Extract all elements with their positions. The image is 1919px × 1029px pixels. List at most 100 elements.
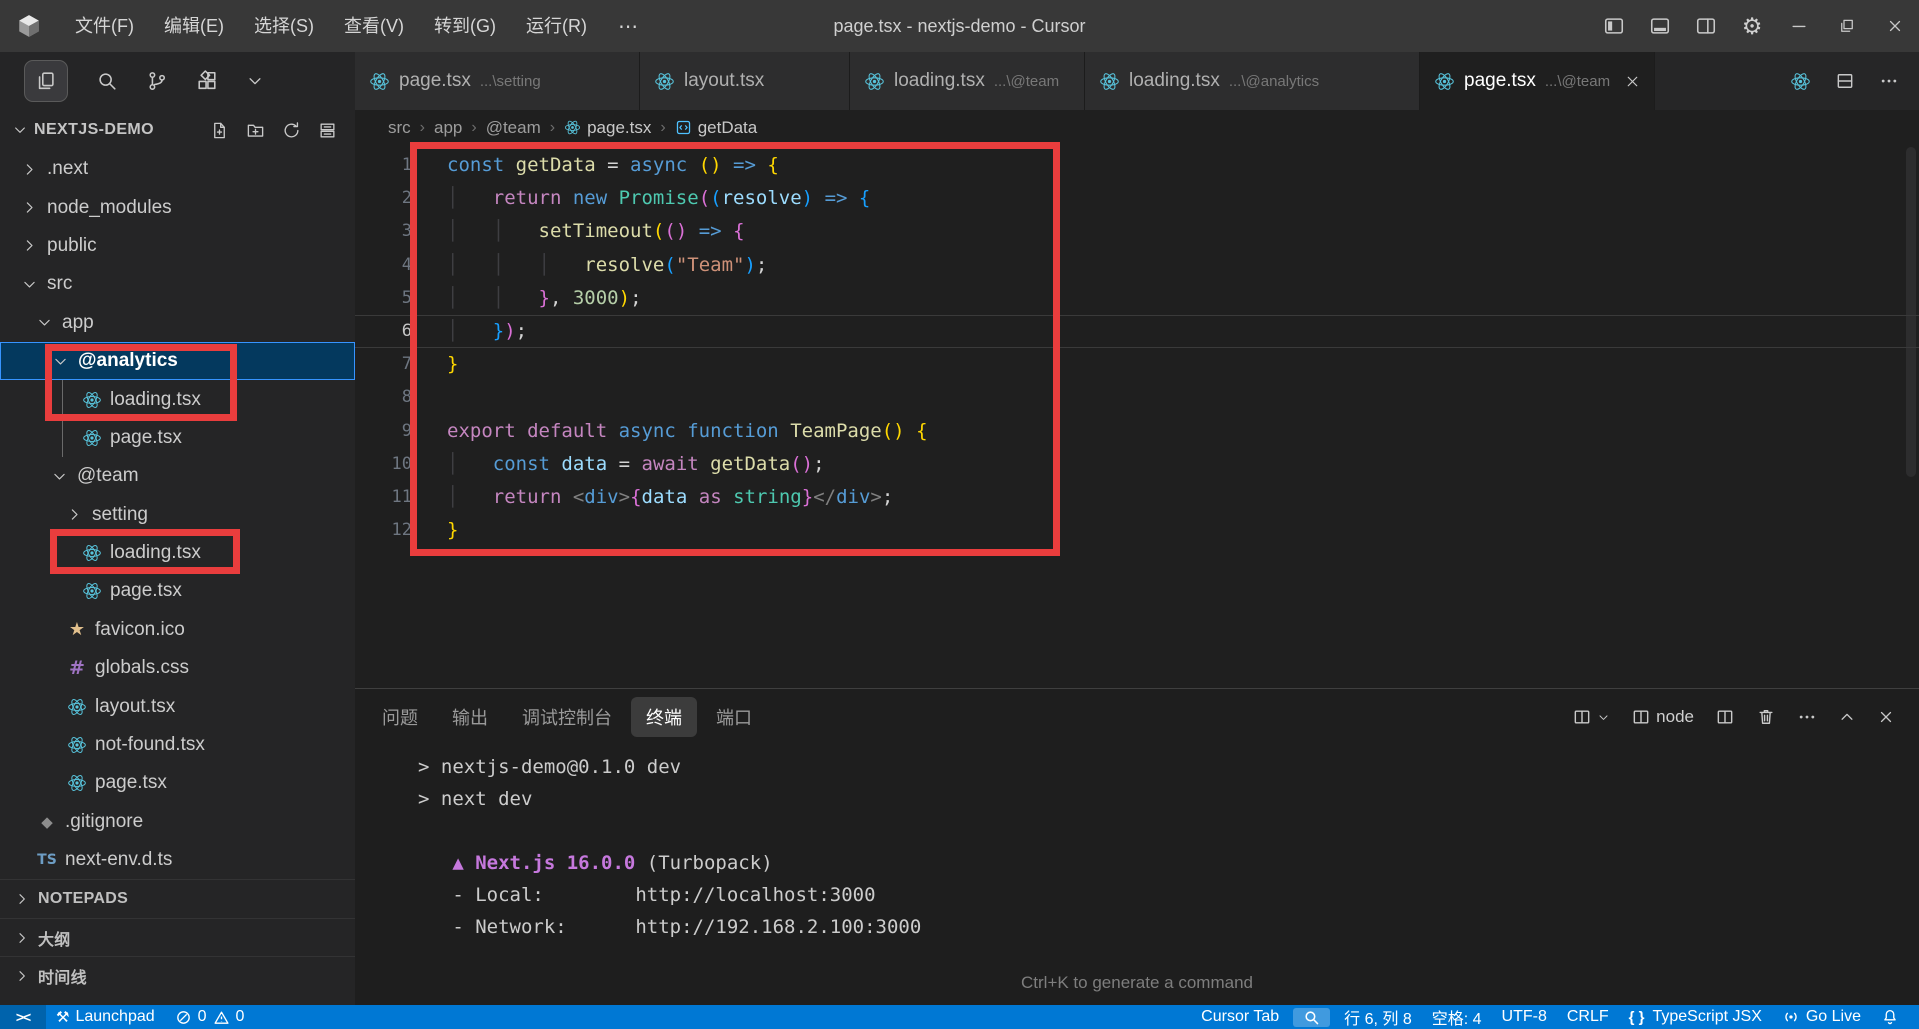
tree-item-page.tsx[interactable]: page.tsx: [0, 419, 355, 457]
split-editor-button[interactable]: [1835, 71, 1855, 91]
split-terminal-button[interactable]: [1715, 707, 1735, 727]
tree-item-src[interactable]: src: [0, 265, 355, 303]
refresh-button[interactable]: [282, 121, 301, 140]
breadcrumb-label: getData: [698, 118, 758, 138]
tree-item-label: public: [47, 235, 97, 257]
line-col-indicator-button[interactable]: 行 6, 列 8: [1334, 1005, 1422, 1029]
tree-item-@analytics[interactable]: @analytics: [0, 342, 355, 380]
tree-item-globals.css[interactable]: #globals.css: [0, 649, 355, 687]
chevron-down-icon: [49, 353, 71, 370]
tree-item-loading.tsx[interactable]: loading.tsx: [0, 380, 355, 418]
menu-item-e[interactable]: 编辑(E): [149, 0, 239, 52]
remote-indicator-button[interactable]: ><: [0, 1005, 46, 1029]
tree-item-setting[interactable]: setting: [0, 496, 355, 534]
zoom-indicator-button[interactable]: [1293, 1008, 1330, 1027]
editor-scrollbar[interactable]: [1906, 147, 1916, 477]
menu-item-s[interactable]: 选择(S): [239, 0, 329, 52]
settings-gear-button[interactable]: ⚙: [1729, 0, 1775, 52]
code-line-text: │ return <div>{data as string}</div>;: [447, 481, 893, 514]
tree-item-favicon.ico[interactable]: ★favicon.ico: [0, 611, 355, 649]
breadcrumb[interactable]: src›app›@team›page.tsx›getData: [355, 110, 1919, 145]
window-restore-button[interactable]: [1823, 0, 1871, 52]
react-icon[interactable]: [1790, 71, 1811, 92]
tree-item-.next[interactable]: .next: [0, 150, 355, 188]
encoding-indicator-button[interactable]: UTF-8: [1492, 1005, 1557, 1029]
breadcrumb-item-app[interactable]: app: [434, 118, 462, 138]
problems-indicator-button[interactable]: 00: [165, 1005, 255, 1029]
panel-tab-端口[interactable]: 端口: [701, 697, 767, 737]
more-actions-button[interactable]: [1879, 71, 1899, 91]
line-number: 8: [355, 381, 412, 414]
panel-tab-问题[interactable]: 问题: [367, 697, 433, 737]
code-line-7: 7}: [355, 348, 1919, 381]
tab-layout.tsx[interactable]: layout.tsx: [640, 52, 850, 110]
panel-tab-终端[interactable]: 终端: [631, 697, 697, 737]
close-icon[interactable]: [1624, 73, 1641, 90]
tree-item-node_modules[interactable]: node_modules: [0, 188, 355, 226]
breadcrumb-item-getData[interactable]: getData: [675, 118, 758, 138]
new-folder-button[interactable]: [246, 121, 265, 140]
tree-item-@team[interactable]: @team: [0, 457, 355, 495]
tree-item-label: app: [62, 312, 94, 334]
panel-tab-调试控制台[interactable]: 调试控制台: [507, 697, 627, 737]
tab-loading.tsx-@team[interactable]: loading.tsx...\@team: [850, 52, 1085, 110]
react-icon: [81, 543, 103, 563]
kill-terminal-button[interactable]: [1756, 707, 1776, 727]
launch-profile-dropdown-button[interactable]: [1572, 707, 1610, 727]
tree-item-public[interactable]: public: [0, 227, 355, 265]
language-mode-button[interactable]: { }TypeScript JSX: [1619, 1005, 1772, 1029]
toggle-sidebar-button[interactable]: [1591, 0, 1637, 52]
toggle-panel-button[interactable]: [1637, 0, 1683, 52]
menu-item-f[interactable]: 文件(F): [60, 0, 149, 52]
tab-page.tsx-setting[interactable]: page.tsx...\setting: [355, 52, 640, 110]
activity-item-git-branch[interactable]: [146, 70, 168, 92]
tree-item-page.tsx[interactable]: page.tsx: [0, 572, 355, 610]
tree-item-label: @team: [77, 465, 139, 487]
indentation-indicator-button[interactable]: 空格: 4: [1422, 1005, 1492, 1029]
window-minimize-button[interactable]: [1775, 0, 1823, 52]
notifications-bell-button[interactable]: [1871, 1005, 1909, 1029]
window-close-button[interactable]: [1871, 0, 1919, 52]
sidebar-section-时间线[interactable]: 时间线: [0, 956, 355, 994]
tree-item-app[interactable]: app: [0, 304, 355, 342]
toggle-secondary-sidebar-button[interactable]: [1683, 0, 1729, 52]
tree-item-loading.tsx[interactable]: loading.tsx: [0, 534, 355, 572]
terminal-hint: Ctrl+K to generate a command: [355, 973, 1919, 993]
code-editor[interactable]: 1const getData = async () => {2│ return …: [355, 145, 1919, 740]
tree-item-layout.tsx[interactable]: layout.tsx: [0, 687, 355, 725]
menu-item-v[interactable]: 查看(V): [329, 0, 419, 52]
terminal-node-button[interactable]: node: [1631, 707, 1694, 727]
menu-item-r[interactable]: 运行(R): [511, 0, 602, 52]
sidebar-section-大纲[interactable]: 大纲: [0, 918, 355, 956]
launchpad-button[interactable]: ⚒Launchpad: [46, 1005, 165, 1029]
collapse-all-button[interactable]: [318, 121, 337, 140]
breadcrumb-item-@team[interactable]: @team: [486, 118, 541, 138]
eol-indicator-button[interactable]: CRLF: [1557, 1005, 1619, 1029]
maximize-panel-button[interactable]: [1838, 708, 1856, 726]
tab-loading.tsx-@analytics[interactable]: loading.tsx...\@analytics: [1085, 52, 1420, 110]
tab-page.tsx-@team[interactable]: page.tsx...\@team: [1420, 52, 1655, 110]
activity-item-extensions[interactable]: [196, 70, 218, 92]
go-live-button[interactable]: Go Live: [1772, 1005, 1871, 1029]
react-icon: [81, 428, 103, 448]
menu-item-g[interactable]: 转到(G): [419, 0, 511, 52]
breadcrumb-item-src[interactable]: src: [388, 118, 411, 138]
activity-item-search[interactable]: [96, 70, 118, 92]
sidebar-section-NOTEPADS[interactable]: NOTEPADS: [0, 879, 355, 917]
terminal-output[interactable]: > nextjs-demo@0.1.0 dev> next dev ▲ Next…: [418, 751, 921, 943]
panel-more-actions-button[interactable]: [1797, 707, 1817, 727]
tree-item-not-found.tsx[interactable]: not-found.tsx: [0, 726, 355, 764]
tree-item-label: page.tsx: [95, 772, 167, 794]
menu-more-button[interactable]: ⋯: [602, 14, 656, 39]
activity-item-pages[interactable]: [24, 60, 68, 102]
tree-item-.gitignore[interactable]: ◆.gitignore: [0, 803, 355, 841]
tree-item-next-env.d.ts[interactable]: TSnext-env.d.ts: [0, 841, 355, 879]
panel-tab-输出[interactable]: 输出: [437, 697, 503, 737]
activity-item-chevron-down[interactable]: [246, 72, 264, 90]
new-file-button[interactable]: [210, 121, 229, 140]
cursor-tab-button[interactable]: Cursor Tab: [1191, 1005, 1289, 1029]
tree-item-page.tsx[interactable]: page.tsx: [0, 764, 355, 802]
chevron-down-icon[interactable]: [12, 122, 28, 138]
breadcrumb-item-page.tsx[interactable]: page.tsx: [564, 118, 651, 138]
close-panel-button[interactable]: [1877, 708, 1895, 726]
